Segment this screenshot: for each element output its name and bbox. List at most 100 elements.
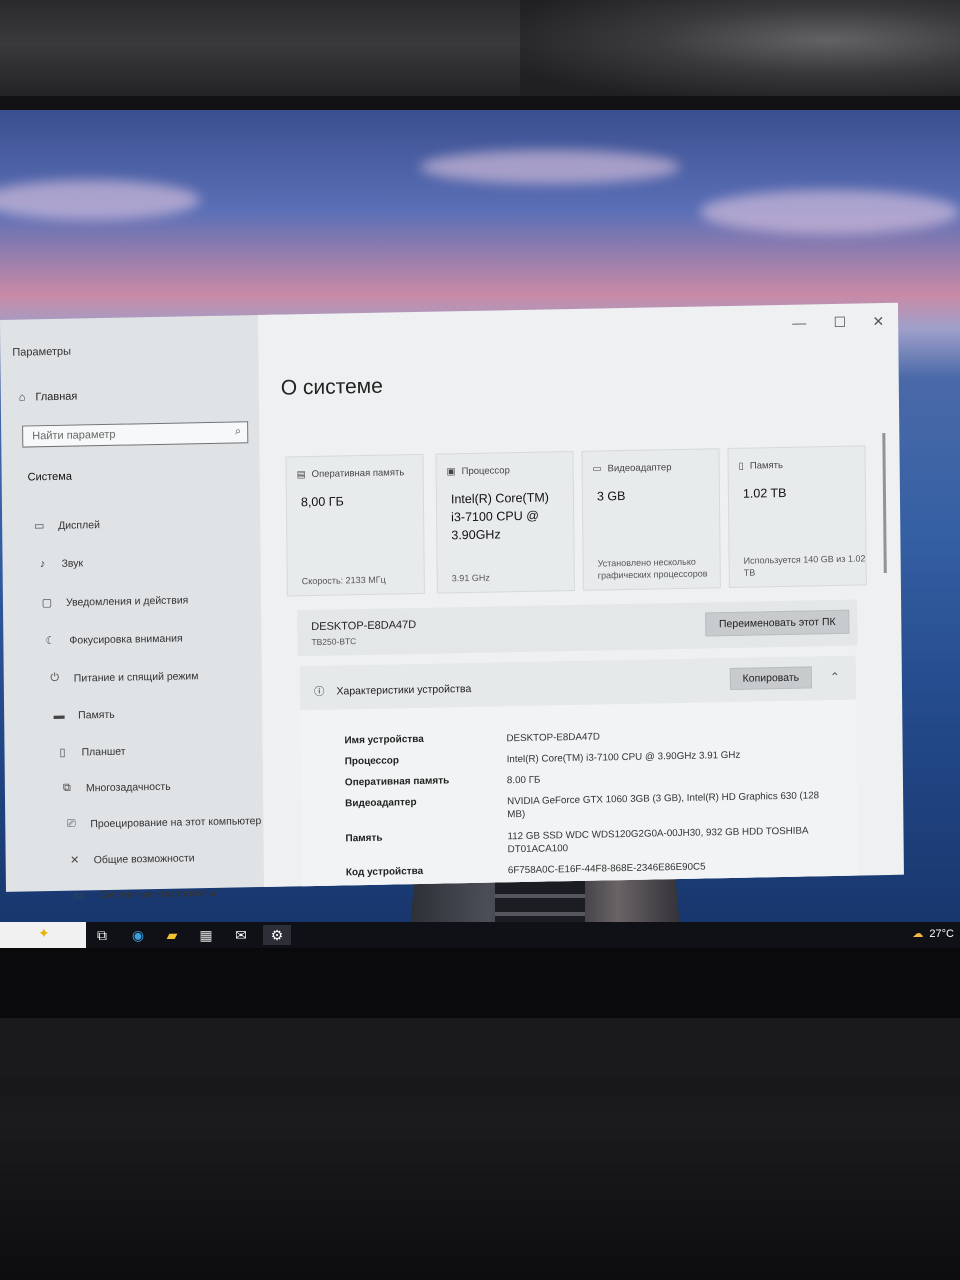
sidebar-item-label: Проецирование на этот компьютер (90, 814, 262, 830)
main-scrollbar[interactable] (882, 433, 887, 574)
sidebar-item-power[interactable]: ⏻ Питание и спящий режим (48, 669, 199, 685)
pc-model: TB250-BTC (311, 636, 357, 648)
card-header: Видеоадаптер (607, 462, 672, 475)
spec-label: Имя устройства (344, 733, 424, 747)
tablet-icon: ▯ (59, 746, 66, 759)
card-value: 3 GB (596, 489, 626, 504)
spec-label: Видеоадаптер (345, 797, 417, 810)
power-icon: ⏻ (50, 671, 60, 685)
specs-header: Характеристики устройства (336, 682, 472, 698)
info-icon: ⓘ (313, 685, 325, 698)
home-icon: ⌂ (18, 391, 26, 404)
minimize-button[interactable]: — (792, 315, 806, 331)
cloud (420, 150, 680, 184)
card-header: Процессор (461, 465, 510, 478)
card-value: 8,00 ГБ (300, 494, 344, 510)
gpu-icon: ▭ (592, 463, 602, 475)
cpu-icon: ▣ (446, 466, 456, 478)
display-icon: ▭ (33, 520, 45, 533)
sidebar-section-title: Система (27, 470, 73, 484)
spec-value: 8.00 ГБ (506, 774, 541, 787)
taskbar-search-box[interactable]: ✦ (0, 922, 86, 948)
card-footer: Скорость: 2133 МГц (301, 574, 386, 587)
desk-panel (0, 1018, 960, 1078)
sidebar-item-label: Планшет (81, 745, 126, 758)
task-view-icon[interactable]: ⧉ (92, 925, 112, 945)
specs-table: Имя устройства DESKTOP-E8DA47D Процессор… (300, 699, 858, 887)
sidebar-item-label: Уведомления и действия (65, 593, 189, 609)
chevron-up-icon[interactable]: ⌃ (830, 670, 840, 684)
copy-button[interactable]: Копировать (729, 666, 812, 691)
sidebar-item-system-components[interactable]: ▭ Системные компоненты (72, 886, 216, 902)
card-storage: ▯ Память 1.02 TB Используется 140 GB из 1… (727, 445, 867, 589)
card-footer: Установлено несколько графических процес… (597, 556, 708, 581)
window-title: Параметры (12, 345, 72, 359)
settings-window: Параметры ⌂ Главная Найти параметр ⌕ Сис… (0, 302, 904, 902)
spec-value: NVIDIA GeForce GTX 1060 3GB (3 GB), Inte… (507, 790, 820, 821)
sidebar-item-label: Звук (61, 557, 84, 570)
device-specs-panel: ⓘ Характеристики устройства Копировать ⌃… (299, 655, 858, 887)
sidebar: Параметры ⌂ Главная Найти параметр ⌕ Сис… (0, 314, 294, 902)
sidebar-item-focus-assist[interactable]: ☾ Фокусировка внимания (43, 632, 182, 648)
sidebar-item-home[interactable]: ⌂ Главная (19, 391, 78, 404)
weather-widget[interactable]: ☁ 27°C (912, 927, 954, 941)
monitor-screen: Параметры ⌂ Главная Найти параметр ⌕ Сис… (0, 110, 960, 950)
sidebar-item-label: Многозадачность (85, 780, 171, 794)
taskbar: ✦ ⧉ ◉ ▰ ▦ ✉ ⚙ ☁ 27°C (0, 922, 960, 948)
storage-icon: ▬ (53, 709, 65, 722)
edge-icon[interactable]: ◉ (128, 925, 148, 945)
monitor-bezel-bottom (0, 948, 960, 1018)
spec-value: 112 GB SSD WDC WDS120G2G0A-00JH30, 932 G… (507, 825, 809, 856)
cloud (0, 180, 200, 220)
system-components-icon: ▭ (73, 889, 85, 902)
sidebar-item-label: Дисплей (58, 518, 100, 532)
storage-icon: ▯ (738, 460, 744, 472)
sidebar-item-label: Питание и спящий режим (73, 669, 199, 685)
sidebar-item-sound[interactable]: ♪ Звук (36, 557, 84, 570)
ram-icon: ▤ (296, 469, 306, 481)
sidebar-item-display[interactable]: ▭ Дисплей (32, 518, 100, 533)
multitasking-icon: ⧉ (62, 781, 71, 794)
store-icon[interactable]: ▦ (196, 925, 216, 945)
main-content: — ☐ ✕ О системе ▤ Оперативная память 8,00… (257, 302, 904, 887)
weather-temp: 27°C (929, 927, 954, 940)
shared-experiences-icon: ✕ (69, 854, 80, 867)
card-header: Оперативная память (311, 467, 405, 481)
spec-label: Код устройства (345, 865, 424, 879)
search-input[interactable]: Найти параметр ⌕ (22, 421, 249, 448)
spec-value: 6F758A0C-E16F-44F8-868E-2346E86E90C5 (507, 861, 706, 877)
card-ram: ▤ Оперативная память 8,00 ГБ Скорость: 21… (285, 453, 425, 597)
sidebar-item-multitasking[interactable]: ⧉ Многозадачность (60, 780, 171, 795)
focus-assist-icon: ☾ (45, 634, 56, 648)
page-title: О системе (280, 374, 383, 400)
sidebar-item-label: Общие возможности (93, 851, 195, 866)
search-icon: ⌕ (234, 425, 242, 438)
card-footer: 3.91 GHz (451, 572, 490, 584)
sidebar-item-label: Фокусировка внимания (69, 632, 183, 647)
curtain (520, 0, 960, 100)
file-explorer-icon[interactable]: ▰ (162, 925, 182, 945)
notifications-icon: ▢ (41, 597, 53, 610)
maximize-button[interactable]: ☐ (833, 314, 846, 331)
close-button[interactable]: ✕ (872, 313, 884, 330)
mail-icon[interactable]: ✉ (231, 925, 251, 945)
sidebar-item-label: Память (78, 708, 115, 722)
card-gpu: ▭ Видеоадаптер 3 GB Установлено несколько… (581, 448, 721, 591)
card-footer: Используется 140 GB из 1.02 TB (743, 553, 866, 578)
photo-background-top (0, 0, 960, 110)
settings-icon[interactable]: ⚙ (263, 925, 291, 945)
spec-label: Память (345, 832, 383, 845)
sidebar-item-storage[interactable]: ▬ Память (52, 709, 115, 722)
spec-label: Оперативная память (344, 775, 450, 789)
spec-value: DESKTOP-E8DA47D (506, 731, 600, 745)
pc-name: DESKTOP-E8DA47D (311, 619, 417, 634)
sidebar-item-notifications[interactable]: ▢ Уведомления и действия (40, 593, 189, 609)
sidebar-item-shared-experiences[interactable]: ✕ Общие возможности (68, 851, 195, 867)
sidebar-item-projecting[interactable]: ⎚ Проецирование на этот компьютер (64, 814, 262, 831)
summary-cards: ▤ Оперативная память 8,00 ГБ Скорость: 21… (285, 445, 868, 602)
sidebar-item-tablet[interactable]: ▯ Планшет (55, 745, 125, 759)
weather-icon: ☁ (912, 928, 924, 940)
rename-pc-button[interactable]: Переименовать этот ПК (705, 609, 850, 637)
card-value: 1.02 TB (742, 485, 787, 501)
projecting-icon: ⎚ (66, 817, 76, 830)
